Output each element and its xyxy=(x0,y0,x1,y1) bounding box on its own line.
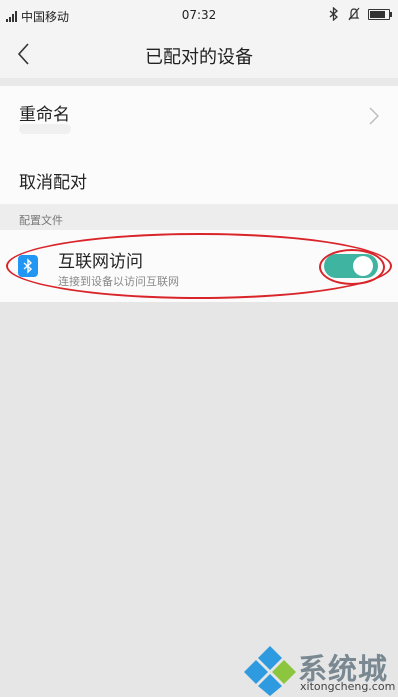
status-bar: 中国移动 07:32 xyxy=(0,0,398,30)
profile-title: 互联网访问 xyxy=(58,252,143,272)
internet-access-toggle[interactable] xyxy=(324,252,378,280)
chevron-right-icon xyxy=(369,107,379,125)
back-button[interactable] xyxy=(10,38,42,70)
alarm-icon xyxy=(348,7,360,21)
rename-row[interactable]: 重命名 xyxy=(0,86,398,146)
page-title: 已配对的设备 xyxy=(145,47,253,68)
profile-subtitle: 连接到设备以访问互联网 xyxy=(58,275,179,288)
unpair-label: 取消配对 xyxy=(19,173,87,193)
status-right xyxy=(328,7,392,21)
unpair-row[interactable]: 取消配对 xyxy=(0,146,398,204)
watermark: 系统城 xitongcheng.com xyxy=(244,644,398,697)
profiles-section-header: 配置文件 xyxy=(0,204,398,230)
bluetooth-icon xyxy=(18,255,38,277)
device-name-value xyxy=(19,124,71,134)
empty-area xyxy=(0,302,398,697)
profile-item-internet-access[interactable]: 互联网访问 连接到设备以访问互联网 xyxy=(0,230,398,302)
nav-bar: 已配对的设备 xyxy=(0,30,398,78)
back-arrow-icon xyxy=(17,43,29,65)
battery-icon xyxy=(368,8,392,20)
watermark-url: xitongcheng.com xyxy=(300,680,396,693)
device-settings-card: 重命名 取消配对 xyxy=(0,86,398,204)
profiles-section-label: 配置文件 xyxy=(19,214,63,227)
watermark-logo-icon xyxy=(244,646,296,696)
rename-label: 重命名 xyxy=(19,105,70,125)
bluetooth-icon xyxy=(329,7,338,21)
toggle-knob xyxy=(353,256,373,276)
section-gap xyxy=(0,78,398,86)
